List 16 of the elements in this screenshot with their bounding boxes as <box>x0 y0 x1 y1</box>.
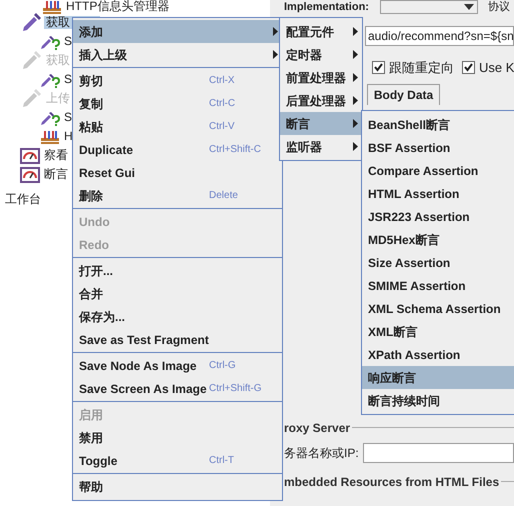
server-name-label: 务器名称或IP: <box>284 444 359 462</box>
protocol-label: 协议 <box>488 0 510 14</box>
shortcut-label: Ctrl-V <box>209 120 236 134</box>
shortcut-label: Delete <box>209 189 239 203</box>
embedded-resources-title: mbedded Resources from HTML Files <box>284 474 500 490</box>
shortcut-label: Ctrl+Shift-G <box>209 382 263 396</box>
implementation-label: Implementation: <box>284 0 370 14</box>
shortcut-label: Ctrl-C <box>209 97 236 111</box>
proxy-server-title: roxy Server <box>284 420 350 436</box>
checkbox-label: Use K <box>479 59 514 77</box>
shortcut-label: Ctrl-T <box>209 454 235 468</box>
shortcut-label: Ctrl+Shift-C <box>209 143 262 157</box>
shortcut-label: Ctrl-G <box>209 359 237 373</box>
workbench-label: 工作台 <box>5 191 41 208</box>
checkbox-label: 跟随重定向 <box>389 59 454 77</box>
shortcut-label: Ctrl-X <box>209 74 236 88</box>
